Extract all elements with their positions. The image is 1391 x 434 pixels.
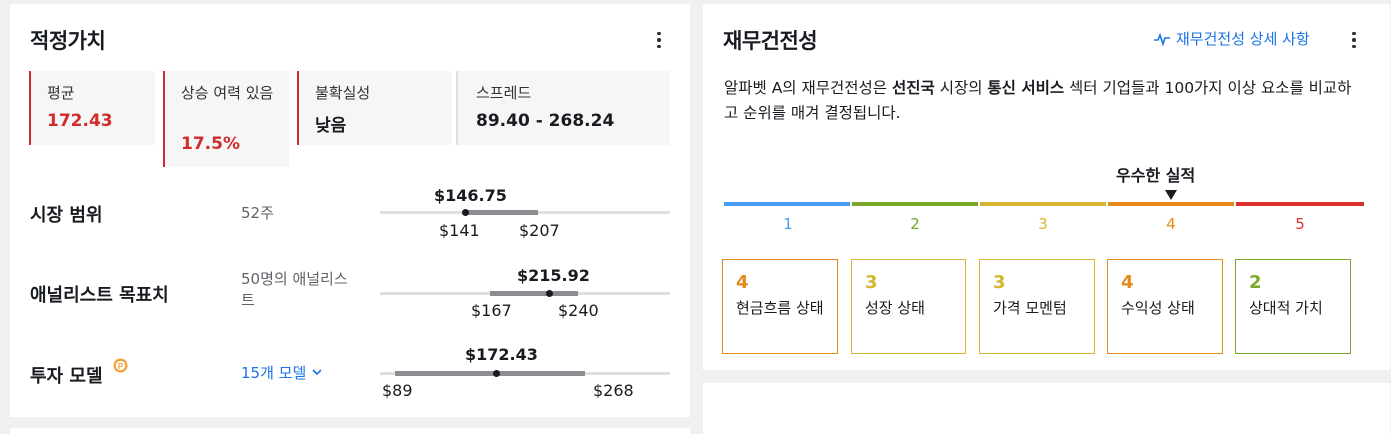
score-label: 현금흐름 상태 xyxy=(736,299,824,317)
detail-link-label: 재무건전성 상세 사항 xyxy=(1176,30,1310,48)
score-value: 3 xyxy=(993,272,1006,293)
metric-label: 스프레드 xyxy=(476,84,532,102)
next-card-stub xyxy=(10,428,690,434)
metric-accent-bar xyxy=(456,71,458,145)
metric-accent-bar xyxy=(297,71,299,145)
market-range-low: $141 xyxy=(439,221,480,240)
score-card-growth[interactable]: 3 성장 상태 xyxy=(851,259,966,354)
score-label: 수익성 상태 xyxy=(1121,299,1195,317)
score-label: 성장 상태 xyxy=(865,299,925,317)
metric-label: 불확실성 xyxy=(315,84,371,102)
models-low: $89 xyxy=(382,381,413,400)
metric-accent-bar xyxy=(29,71,31,145)
financial-health-title: 재무건전성 xyxy=(723,29,818,53)
analyst-target-high: $240 xyxy=(558,301,599,320)
scale-number-4: 4 xyxy=(1166,215,1176,233)
scale-bar-5 xyxy=(1236,202,1364,206)
models-title: 투자 모델 xyxy=(30,366,103,387)
models-track xyxy=(380,370,670,377)
metric-value: 낮음 xyxy=(315,116,347,136)
scale-bar-3 xyxy=(980,202,1106,206)
metric-value: 89.40 - 268.24 xyxy=(476,111,615,131)
pulse-icon xyxy=(1154,32,1170,46)
market-range-segment xyxy=(467,210,538,215)
models-high: $268 xyxy=(593,381,634,400)
financial-health-detail-link[interactable]: 재무건전성 상세 사항 xyxy=(1154,28,1310,49)
score-value: 4 xyxy=(736,272,749,293)
scale-number-5: 5 xyxy=(1295,215,1305,233)
models-dropdown-label: 15개 모델 xyxy=(241,364,307,382)
metric-value: 172.43 xyxy=(47,111,113,131)
models-marker xyxy=(493,370,500,377)
metric-label: 상승 여력 있음 xyxy=(181,84,274,102)
score-value: 3 xyxy=(865,272,878,293)
metric-value: 17.5% xyxy=(181,134,240,154)
metric-uncertainty: 불확실성 낮음 xyxy=(297,71,452,145)
scale-bar-2 xyxy=(852,202,978,206)
scale-number-3: 3 xyxy=(1038,215,1048,233)
market-range-title: 시장 범위 xyxy=(30,205,103,226)
fair-value-card: 적정가치 평균 172.43 상승 여력 있음 17.5% 불확실성 낮음 스프… xyxy=(10,4,690,417)
score-card-relative-value[interactable]: 2 상대적 가치 xyxy=(1235,259,1351,354)
svg-text:P: P xyxy=(118,361,124,371)
market-range-marker xyxy=(462,209,469,216)
metric-spread: 스프레드 89.40 - 268.24 xyxy=(456,71,670,145)
market-range-sub: 52주 xyxy=(241,204,274,222)
next-card-stub xyxy=(703,383,1390,434)
desc-sector: 통신 서비스 xyxy=(987,79,1065,97)
metric-accent-bar xyxy=(163,71,165,167)
metric-average: 평균 172.43 xyxy=(29,71,155,145)
financial-health-more-icon[interactable] xyxy=(1344,28,1364,52)
scale-number-2: 2 xyxy=(910,215,920,233)
score-card-profitability[interactable]: 4 수익성 상태 xyxy=(1107,259,1223,354)
score-value: 4 xyxy=(1121,272,1134,293)
fair-value-title: 적정가치 xyxy=(30,29,106,53)
models-segment xyxy=(395,371,585,376)
scale-bar-4 xyxy=(1108,202,1234,206)
desc-text: 알파벳 A의 재무건전성은 xyxy=(724,79,892,97)
performance-marker-icon xyxy=(1165,190,1177,200)
models-dropdown[interactable]: 15개 모델 xyxy=(241,362,322,383)
metric-label: 평균 xyxy=(47,84,75,102)
metric-upside: 상승 여력 있음 17.5% xyxy=(163,71,289,167)
market-range-current: $146.75 xyxy=(434,186,507,205)
financial-health-description: 알파벳 A의 재무건전성은 선진국 시장의 통신 서비스 섹터 기업들과 100… xyxy=(724,76,1364,126)
fair-value-more-icon[interactable] xyxy=(649,28,669,52)
market-range-track xyxy=(380,209,670,216)
scale-number-1: 1 xyxy=(783,215,793,233)
analyst-target-low: $167 xyxy=(471,301,512,320)
scale-bar-1 xyxy=(724,202,850,206)
analyst-target-title: 애널리스트 목표치 xyxy=(30,285,169,306)
performance-label: 우수한 실적 xyxy=(1116,166,1196,185)
analyst-target-mean: $215.92 xyxy=(517,266,590,285)
score-value: 2 xyxy=(1249,272,1262,293)
desc-text: 시장의 xyxy=(934,79,988,97)
score-card-momentum[interactable]: 3 가격 모멘텀 xyxy=(979,259,1095,354)
desc-market: 선진국 xyxy=(892,79,935,97)
market-range-high: $207 xyxy=(519,221,560,240)
score-card-cash-flow[interactable]: 4 현금흐름 상태 xyxy=(722,259,838,354)
pro-badge-icon: P xyxy=(113,358,128,373)
score-label: 가격 모멘텀 xyxy=(993,299,1067,317)
chevron-down-icon xyxy=(312,369,322,376)
analyst-target-segment xyxy=(490,291,578,296)
financial-health-card: 재무건전성 재무건전성 상세 사항 알파벳 A의 재무건전성은 선진국 시장의 … xyxy=(703,4,1390,370)
analyst-target-track xyxy=(380,290,670,297)
score-label: 상대적 가치 xyxy=(1249,299,1323,317)
models-mean: $172.43 xyxy=(465,345,538,364)
analyst-target-sub: 50명의 애널리스트 xyxy=(241,270,348,309)
analyst-target-marker xyxy=(546,290,553,297)
